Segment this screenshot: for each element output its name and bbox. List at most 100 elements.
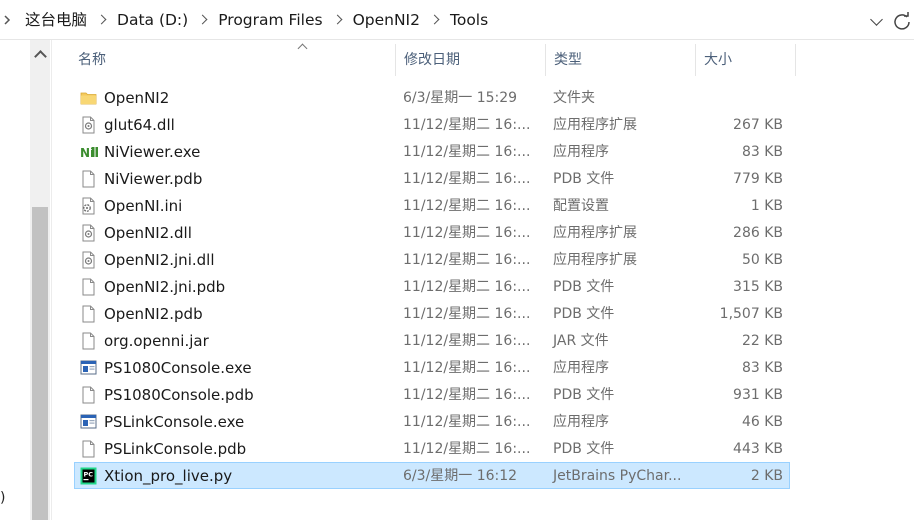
blank-file-icon — [80, 170, 97, 188]
file-row-niviewer-pdb[interactable]: NiViewer.pdb 11/12/星期二 16:... PDB 文件 779 KB — [74, 165, 790, 192]
address-bar[interactable]: 这台电脑 Data (D:) Program Files OpenNI2 Too… — [0, 0, 914, 40]
file-type: PDB 文件 — [553, 387, 615, 403]
file-size: 267 KB — [733, 117, 783, 133]
file-date-modified: 11/12/星期二 16:... — [403, 414, 531, 430]
file-row-openni2[interactable]: OpenNI2 6/3/星期一 15:29 文件夹 — [74, 84, 790, 111]
dll-file-icon — [80, 251, 97, 269]
ini-file-icon — [80, 197, 97, 215]
file-type: 应用程序扩展 — [553, 252, 637, 268]
file-row-ps1080console-pdb[interactable]: PS1080Console.pdb 11/12/星期二 16:... PDB 文件 9… — [74, 381, 790, 408]
breadcrumb-separator-icon[interactable] — [331, 9, 345, 31]
navigation-partial-label[interactable]: ) — [0, 490, 5, 506]
column-header-name[interactable]: 名称 — [70, 44, 396, 76]
file-type: 应用程序 — [553, 414, 609, 430]
file-type: JAR 文件 — [553, 333, 609, 349]
file-size: 443 KB — [733, 441, 783, 457]
file-date-modified: 11/12/星期二 16:... — [403, 198, 531, 214]
file-row-pslinkconsole-exe[interactable]: PSLinkConsole.exe 11/12/星期二 16:... 应用程序 46 … — [74, 408, 790, 435]
file-row-glut64-dll[interactable]: glut64.dll 11/12/星期二 16:... 应用程序扩展 267 KB — [74, 111, 790, 138]
niviewer-app-icon: Ni — [80, 143, 99, 161]
file-row-org-openni-jar[interactable]: org.openni.jar 11/12/星期二 16:... JAR 文件 22 K… — [74, 327, 790, 354]
file-name: PS1080Console.exe — [104, 359, 252, 377]
file-name: OpenNI2.jni.dll — [104, 251, 215, 269]
file-size: 315 KB — [733, 279, 783, 295]
file-date-modified: 11/12/星期二 16:... — [403, 387, 531, 403]
breadcrumb-separator-icon[interactable] — [428, 9, 442, 31]
file-name: NiViewer.exe — [104, 143, 201, 161]
file-size: 286 KB — [733, 225, 783, 241]
file-type: PDB 文件 — [553, 279, 615, 295]
file-date-modified: 11/12/星期二 16:... — [403, 225, 531, 241]
file-size: 931 KB — [733, 387, 783, 403]
file-name: OpenNI2.dll — [104, 224, 192, 242]
console-app-icon — [80, 359, 97, 377]
file-row-openni2-dll[interactable]: OpenNI2.dll 11/12/星期二 16:... 应用程序扩展 286 KB — [74, 219, 790, 246]
file-row-pslinkconsole-pdb[interactable]: PSLinkConsole.pdb 11/12/星期二 16:... PDB 文件 4… — [74, 435, 790, 462]
file-size: 779 KB — [733, 171, 783, 187]
file-date-modified: 11/12/星期二 16:... — [403, 252, 531, 268]
column-header-size[interactable]: 大小 — [696, 44, 796, 76]
file-row-xtion-pro-live-py[interactable]: PC Xtion_pro_live.py 6/3/星期一 16:12 JetBrain… — [74, 462, 790, 489]
navigation-scrollbar-thumb[interactable] — [32, 207, 48, 520]
file-date-modified: 6/3/星期一 15:29 — [403, 90, 518, 106]
pycharm-file-icon: PC — [80, 467, 97, 485]
address-chevron-icon[interactable] — [2, 12, 12, 28]
file-row-niviewer-exe[interactable]: Ni NiViewer.exe 11/12/星期二 16:... 应用程序 83 KB — [74, 138, 790, 165]
file-row-openni2-jni-pdb[interactable]: OpenNI2.jni.pdb 11/12/星期二 16:... PDB 文件 315… — [74, 273, 790, 300]
blank-file-icon — [80, 386, 97, 404]
breadcrumb-item-tools[interactable]: Tools — [447, 9, 491, 31]
breadcrumb-separator-icon[interactable] — [95, 9, 109, 31]
file-type: 文件夹 — [553, 90, 595, 106]
file-date-modified: 6/3/星期一 16:12 — [403, 468, 518, 484]
column-header-row: 名称 修改日期 类型 大小 — [70, 44, 796, 76]
column-header-date-modified[interactable]: 修改日期 — [396, 44, 546, 76]
file-date-modified: 11/12/星期二 16:... — [403, 333, 531, 349]
file-type: PDB 文件 — [553, 306, 615, 322]
file-size: 22 KB — [741, 333, 783, 349]
file-row-openni2-jni-dll[interactable]: OpenNI2.jni.dll 11/12/星期二 16:... 应用程序扩展 50 … — [74, 246, 790, 273]
breadcrumb: 这台电脑 Data (D:) Program Files OpenNI2 Too… — [22, 9, 491, 31]
file-size: 83 KB — [741, 144, 783, 160]
file-name: glut64.dll — [104, 116, 175, 134]
breadcrumb-item-openni2[interactable]: OpenNI2 — [350, 9, 423, 31]
console-app-icon — [80, 413, 97, 431]
column-header-type[interactable]: 类型 — [546, 44, 696, 76]
file-name: NiViewer.pdb — [104, 170, 203, 188]
blank-file-icon — [80, 278, 97, 296]
file-name: PSLinkConsole.pdb — [104, 440, 247, 458]
file-date-modified: 11/12/星期二 16:... — [403, 360, 531, 376]
file-name: PSLinkConsole.exe — [104, 413, 245, 431]
file-type: PDB 文件 — [553, 171, 615, 187]
file-type: JetBrains PyChar... — [553, 468, 682, 484]
file-date-modified: 11/12/星期二 16:... — [403, 144, 531, 160]
file-row-openni-ini[interactable]: OpenNI.ini 11/12/星期二 16:... 配置设置 1 KB — [74, 192, 790, 219]
file-row-ps1080console-exe[interactable]: PS1080Console.exe 11/12/星期二 16:... 应用程序 83 … — [74, 354, 790, 381]
file-date-modified: 11/12/星期二 16:... — [403, 117, 531, 133]
file-date-modified: 11/12/星期二 16:... — [403, 171, 531, 187]
file-type: 应用程序扩展 — [553, 117, 637, 133]
breadcrumb-item-this-pc[interactable]: 这台电脑 — [22, 9, 90, 31]
breadcrumb-separator-icon[interactable] — [196, 9, 210, 31]
file-name: OpenNI2.jni.pdb — [104, 278, 226, 296]
breadcrumb-item-program-files[interactable]: Program Files — [215, 9, 325, 31]
file-name: PS1080Console.pdb — [104, 386, 254, 404]
file-size: 83 KB — [741, 360, 783, 376]
blank-file-icon — [80, 332, 97, 350]
file-date-modified: 11/12/星期二 16:... — [403, 306, 531, 322]
file-size: 50 KB — [741, 252, 783, 268]
scroll-up-arrow-icon[interactable] — [30, 46, 50, 64]
refresh-icon[interactable] — [890, 9, 914, 33]
file-name: org.openni.jar — [104, 332, 209, 350]
address-history-dropdown-icon[interactable] — [866, 11, 888, 33]
file-date-modified: 11/12/星期二 16:... — [403, 441, 531, 457]
dll-file-icon — [80, 116, 97, 134]
file-type: 应用程序 — [553, 360, 609, 376]
breadcrumb-item-data-drive[interactable]: Data (D:) — [114, 9, 191, 31]
file-row-openni2-pdb[interactable]: OpenNI2.pdb 11/12/星期二 16:... PDB 文件 1,507 K… — [74, 300, 790, 327]
file-name: Xtion_pro_live.py — [104, 467, 233, 485]
navigation-pane[interactable]: ) — [0, 40, 52, 520]
file-type: PDB 文件 — [553, 441, 615, 457]
file-name: OpenNI2.pdb — [104, 305, 203, 323]
file-size: 46 KB — [741, 414, 783, 430]
file-size: 1 KB — [750, 198, 783, 214]
